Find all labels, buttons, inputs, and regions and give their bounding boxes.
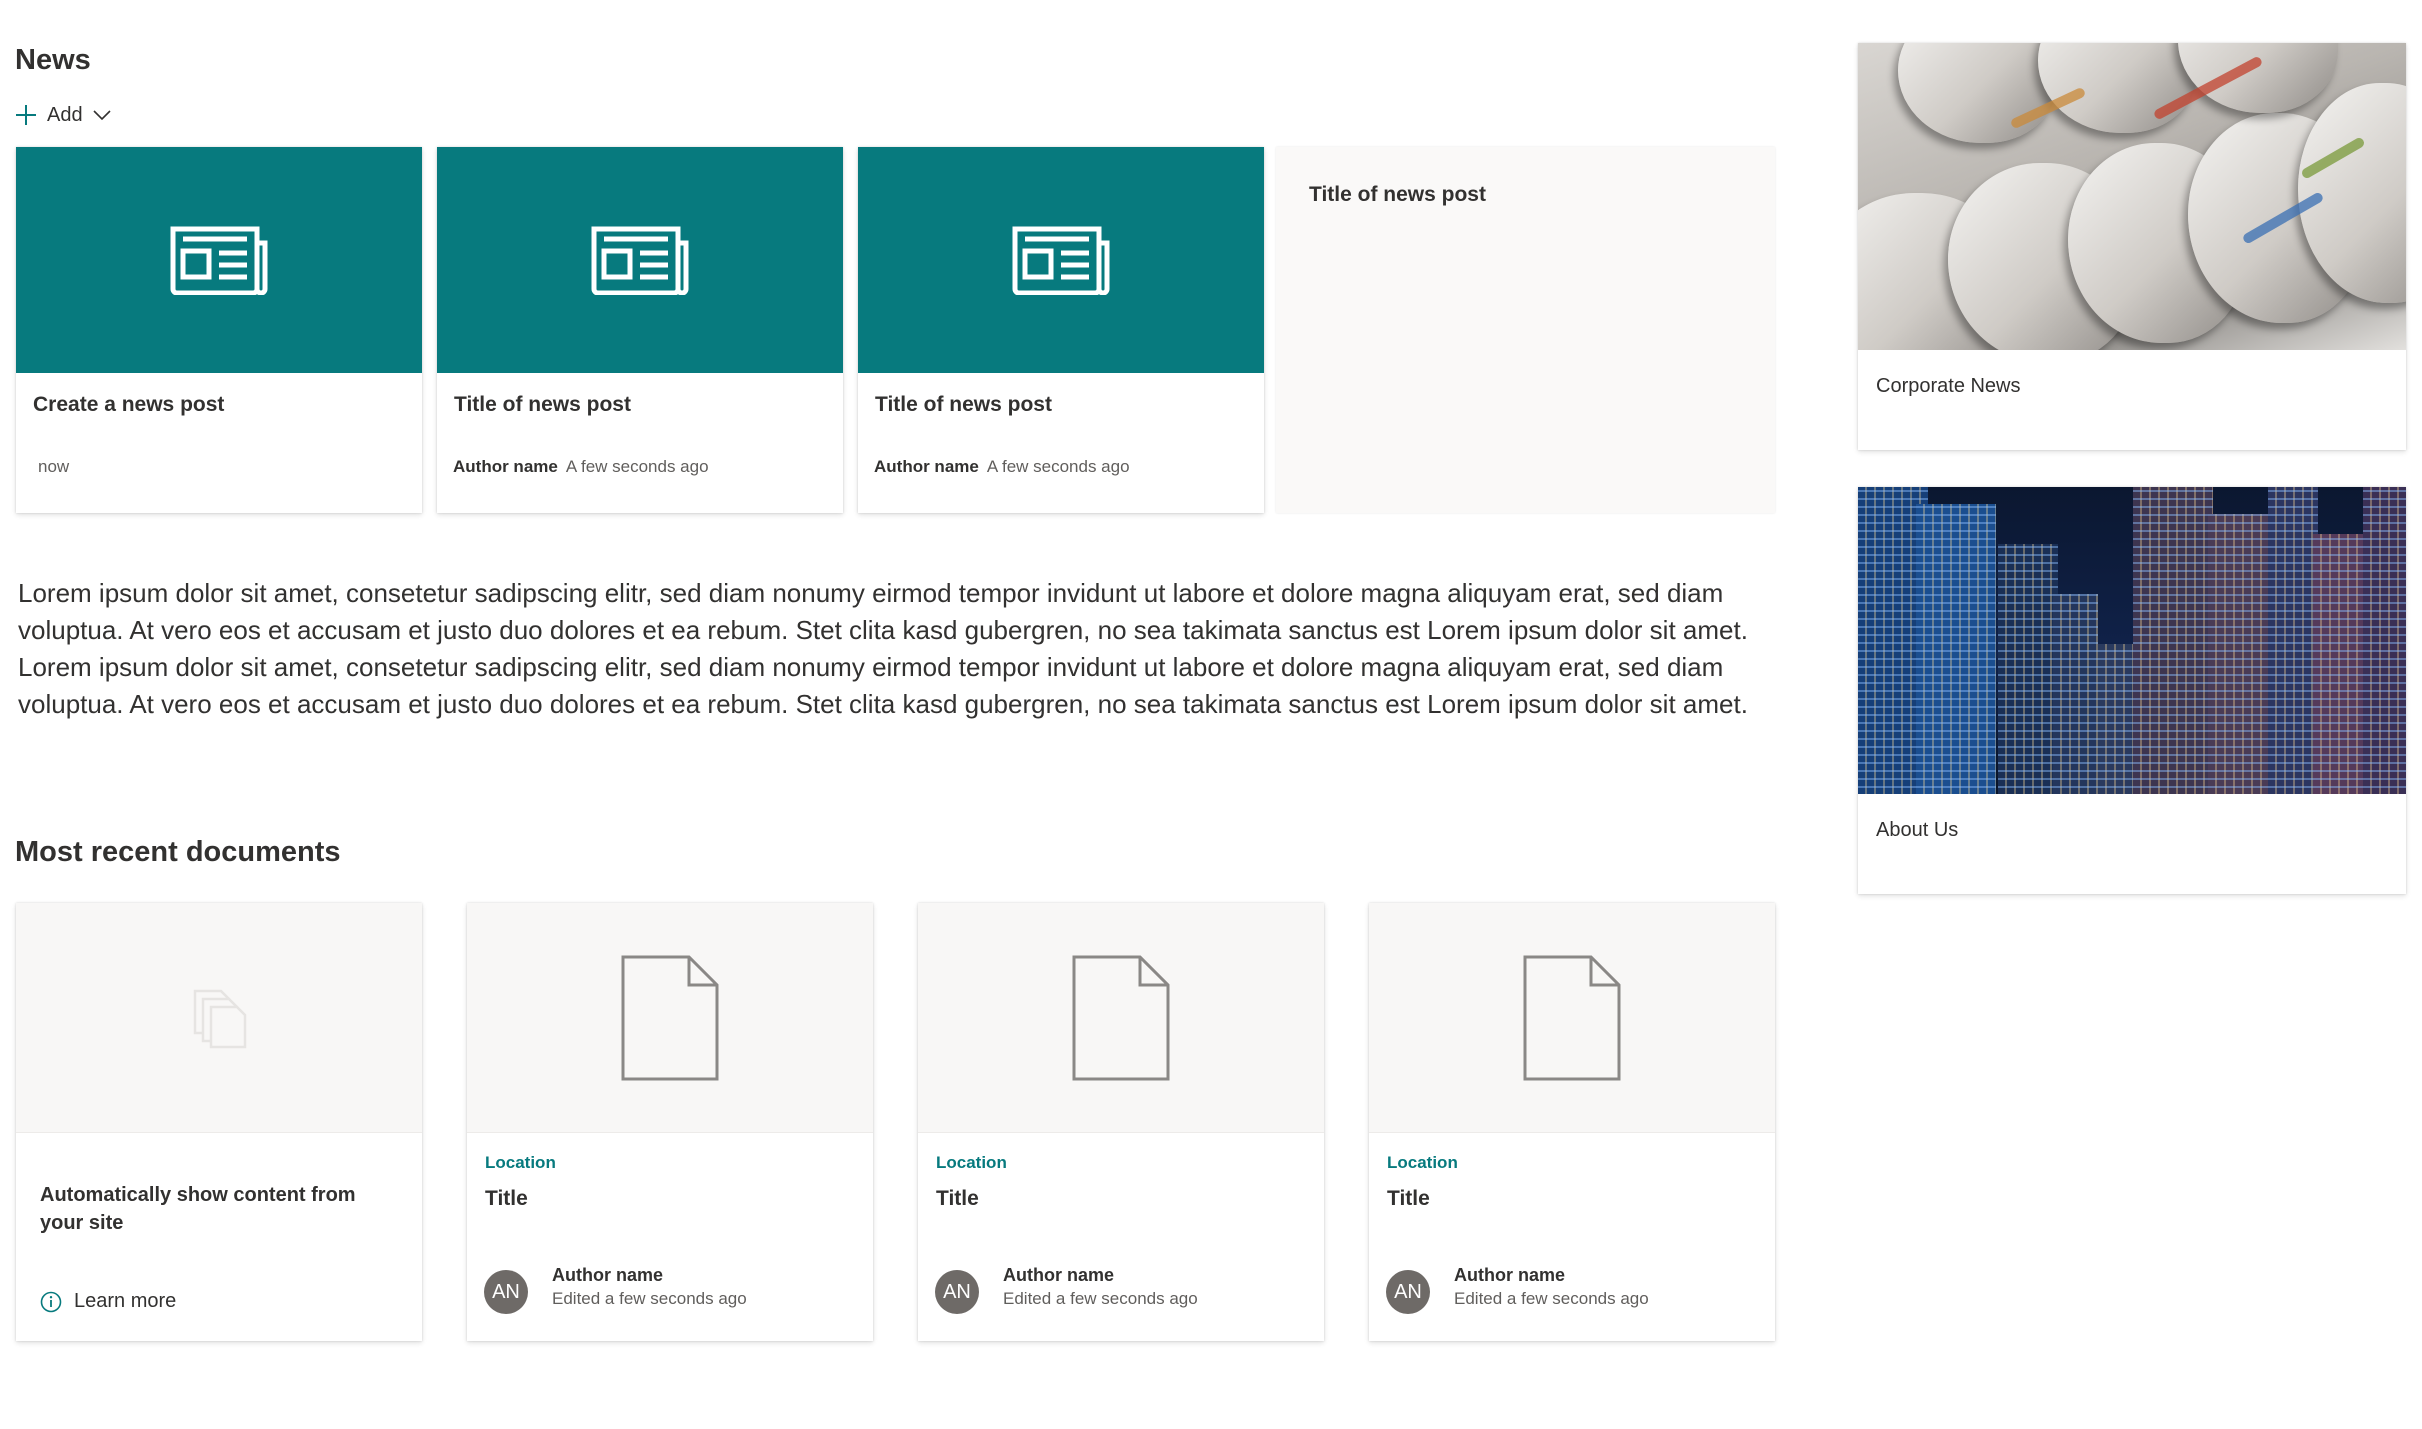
news-card-meta: Author name A few seconds ago xyxy=(453,457,709,477)
news-heading: News xyxy=(15,44,91,76)
corporate-news-label: Corporate News xyxy=(1876,375,2021,397)
document-card[interactable]: Location Title AN Author name Edited a f… xyxy=(1369,903,1775,1341)
news-card-author: Author name xyxy=(874,457,979,476)
news-card-placeholder[interactable]: Title of news post xyxy=(1276,147,1775,513)
news-card-title: Create a news post xyxy=(33,393,225,416)
document-location[interactable]: Location xyxy=(485,1153,556,1173)
news-card-create[interactable]: Create a news post now xyxy=(16,147,422,513)
newspapers-image xyxy=(1858,43,2406,350)
news-card-title: Title of news post xyxy=(875,393,1052,416)
info-icon xyxy=(40,1291,62,1312)
add-news-button[interactable]: Add xyxy=(15,98,111,132)
avatar: AN xyxy=(1386,1270,1430,1314)
news-card-time: A few seconds ago xyxy=(986,457,1130,476)
news-card-time: A few seconds ago xyxy=(565,457,709,476)
placeholder-text: Automatically show content from your sit… xyxy=(40,1184,356,1234)
news-card-hero xyxy=(437,147,843,373)
news-card[interactable]: Title of news post Author name A few seco… xyxy=(858,147,1264,513)
document-edited-time: Edited a few seconds ago xyxy=(1454,1289,1649,1308)
document-card[interactable]: Location Title AN Author name Edited a f… xyxy=(918,903,1324,1341)
news-card-author: Author name xyxy=(453,457,558,476)
file-icon xyxy=(1072,955,1170,1080)
document-thumbnail xyxy=(1369,903,1775,1133)
document-author: Author name xyxy=(1454,1265,1566,1285)
document-title[interactable]: Title xyxy=(485,1187,528,1211)
newspaper-icon xyxy=(1012,226,1110,295)
news-card-meta: Author name A few seconds ago xyxy=(874,457,1130,477)
about-us-card[interactable]: About Us xyxy=(1858,487,2406,894)
news-card-hero xyxy=(16,147,422,373)
document-author: Author name xyxy=(1003,1265,1115,1285)
avatar: AN xyxy=(484,1270,528,1314)
add-label: Add xyxy=(47,103,83,126)
document-card[interactable]: Location Title AN Author name Edited a f… xyxy=(467,903,873,1341)
document-card-placeholder: Automatically show content from your sit… xyxy=(16,903,422,1341)
documents-icon xyxy=(193,989,247,1048)
document-location[interactable]: Location xyxy=(1387,1153,1458,1173)
document-title[interactable]: Title xyxy=(1387,1187,1430,1211)
newspaper-icon xyxy=(591,226,689,295)
document-thumbnail xyxy=(16,903,422,1133)
avatar: AN xyxy=(935,1270,979,1314)
document-thumbnail xyxy=(918,903,1324,1133)
document-edited-time: Edited a few seconds ago xyxy=(1003,1289,1198,1308)
news-card-title: Title of news post xyxy=(454,393,631,416)
corporate-news-card[interactable]: Corporate News xyxy=(1858,43,2406,450)
document-edited-time: Edited a few seconds ago xyxy=(552,1289,747,1308)
city-skyline-image xyxy=(1858,487,2406,794)
file-icon xyxy=(1523,955,1621,1080)
document-thumbnail xyxy=(467,903,873,1133)
newspaper-icon xyxy=(170,226,268,295)
learn-more-link[interactable]: Learn more xyxy=(40,1290,176,1313)
chevron-down-icon xyxy=(93,110,111,121)
learn-more-label: Learn more xyxy=(74,1290,177,1312)
about-us-label: About Us xyxy=(1876,819,1959,841)
news-card-title: Title of news post xyxy=(1309,183,1486,206)
file-icon xyxy=(621,955,719,1080)
document-author: Author name xyxy=(552,1265,664,1285)
documents-heading: Most recent documents xyxy=(15,836,341,868)
news-card[interactable]: Title of news post Author name A few seco… xyxy=(437,147,843,513)
news-card-time: now xyxy=(38,457,70,476)
body-text: Lorem ipsum dolor sit amet, consetetur s… xyxy=(18,578,1748,719)
plus-icon xyxy=(16,105,36,125)
document-location[interactable]: Location xyxy=(936,1153,1007,1173)
document-title[interactable]: Title xyxy=(936,1187,979,1211)
news-card-hero xyxy=(858,147,1264,373)
